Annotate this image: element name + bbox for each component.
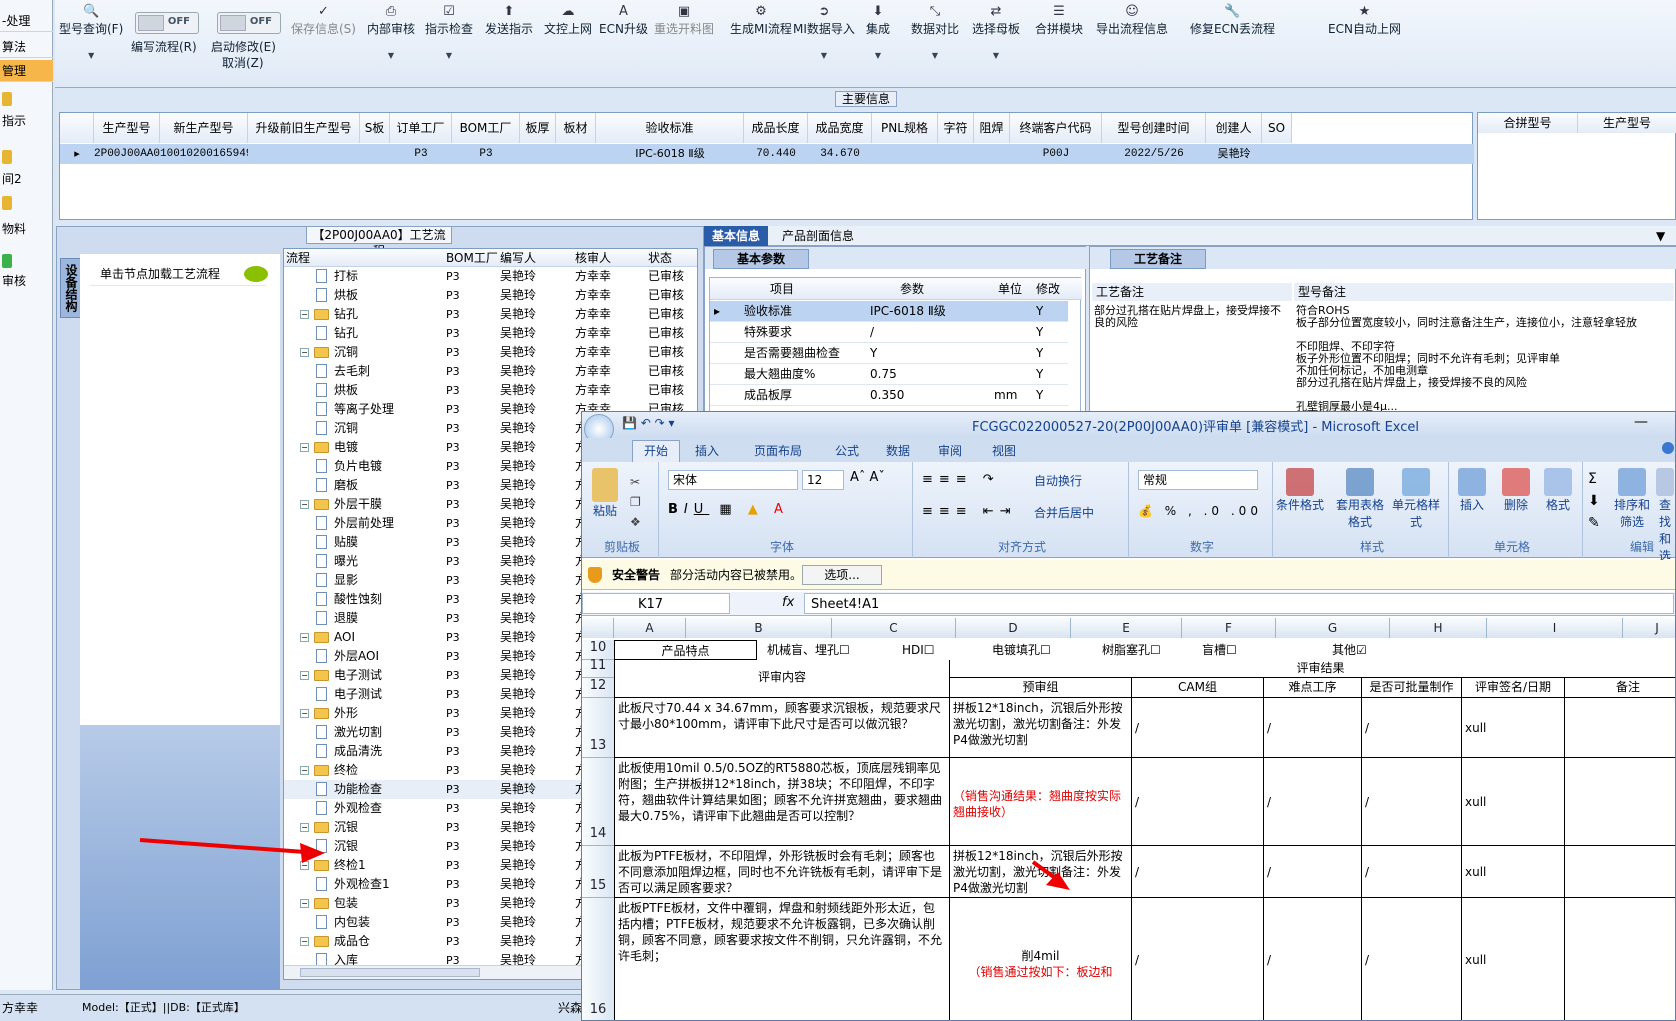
- red-arrowhead-icon: [300, 843, 325, 863]
- annotation-layer: [139, 838, 1070, 890]
- red-arrow-line: [139, 838, 306, 854]
